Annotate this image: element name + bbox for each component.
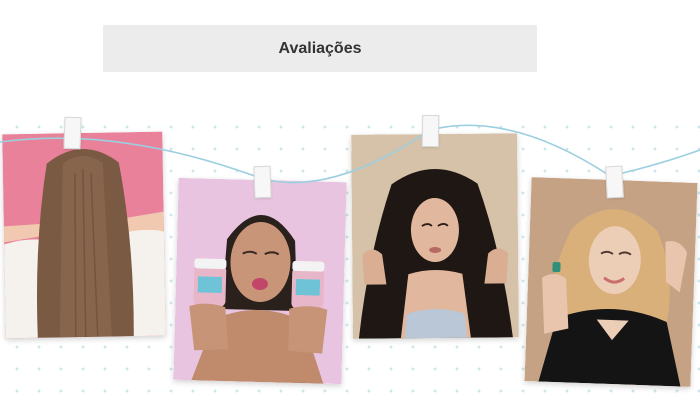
clothespin-4 <box>605 165 624 199</box>
review-photo-2[interactable] <box>173 177 347 385</box>
photo-woman-long-dark-hair <box>351 133 519 339</box>
review-photo-4[interactable] <box>524 177 698 387</box>
reviews-section: Avaliações <box>0 0 700 402</box>
reviews-header: Avaliações <box>103 25 537 72</box>
photo-long-straight-hair-back <box>2 131 166 339</box>
clothespin-3 <box>421 114 440 148</box>
clothespin-2 <box>253 165 272 199</box>
reviews-title: Avaliações <box>278 39 362 57</box>
photo-woman-with-gummy-jars <box>173 177 347 385</box>
clothespin-1 <box>63 116 82 150</box>
review-photo-1[interactable] <box>2 131 166 339</box>
review-photo-3[interactable] <box>351 133 519 339</box>
photo-blonde-woman-black-dress <box>524 177 698 387</box>
